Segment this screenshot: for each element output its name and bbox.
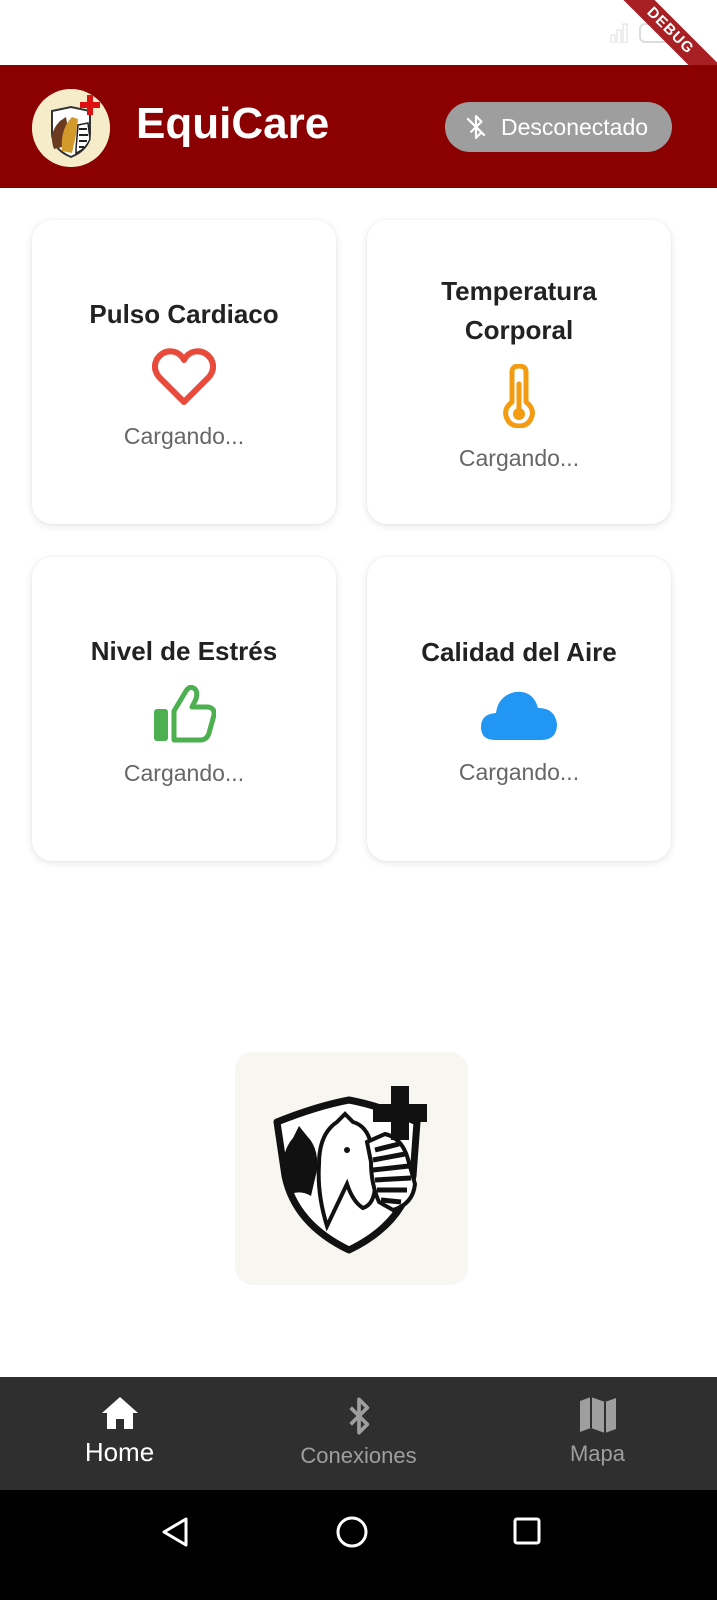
status-bar: DEBUG [0,0,717,99]
card-value: Cargando... [123,759,245,786]
app-bar: EquiCare Desconectado [0,65,717,188]
nav-label-conexiones: Conexiones [300,1443,417,1468]
app-logo [32,89,110,167]
nav-label-home: Home [84,1437,155,1467]
nav-item-mapa[interactable]: Mapa [478,1377,717,1490]
brand-logo [235,1052,468,1285]
card-calidad-del-aire[interactable]: Calidad del Aire Cargando... [367,557,671,861]
card-value: Cargando... [458,758,580,785]
card-title: Nivel de Estrés [90,635,278,666]
nav-item-home[interactable]: Home [0,1377,239,1490]
card-title: Temperatura Corporal [441,276,597,345]
connection-status-label: Desconectado [501,113,649,140]
bottom-navigation: Home Conexiones Mapa [0,1377,717,1490]
card-temperatura-corporal[interactable]: Temperatura Corporal Cargando... [367,220,671,524]
equine-shield-logo-icon [273,1085,427,1253]
bluetooth-icon [348,1397,369,1435]
card-pulso-cardiaco[interactable]: Pulso Cardiaco Cargando... [32,220,336,524]
bluetooth-disabled-icon [466,115,486,139]
card-title: Pulso Cardiaco [89,298,279,329]
thumbs-up-icon [152,684,217,748]
home-circle-icon[interactable] [335,1515,369,1549]
cloud-icon [479,686,559,747]
nav-item-conexiones[interactable]: Conexiones [239,1377,478,1490]
card-value: Cargando... [123,422,245,449]
back-icon[interactable] [160,1516,190,1548]
signal-icon [610,23,628,43]
card-title: Calidad del Aire [421,636,617,667]
recents-icon[interactable] [512,1516,542,1546]
horse-zebra-logo-icon [32,89,110,167]
system-navigation-bar [0,1490,717,1600]
map-icon [579,1397,616,1433]
home-icon [101,1397,138,1429]
card-nivel-de-estres[interactable]: Nivel de Estrés Cargando... [32,557,336,861]
app-title: EquiCare [136,99,330,148]
thermometer-icon [500,363,538,433]
connection-status-button[interactable]: Desconectado [445,102,672,152]
card-value: Cargando... [458,445,580,471]
heart-icon [151,347,217,411]
nav-label-mapa: Mapa [569,1441,626,1466]
